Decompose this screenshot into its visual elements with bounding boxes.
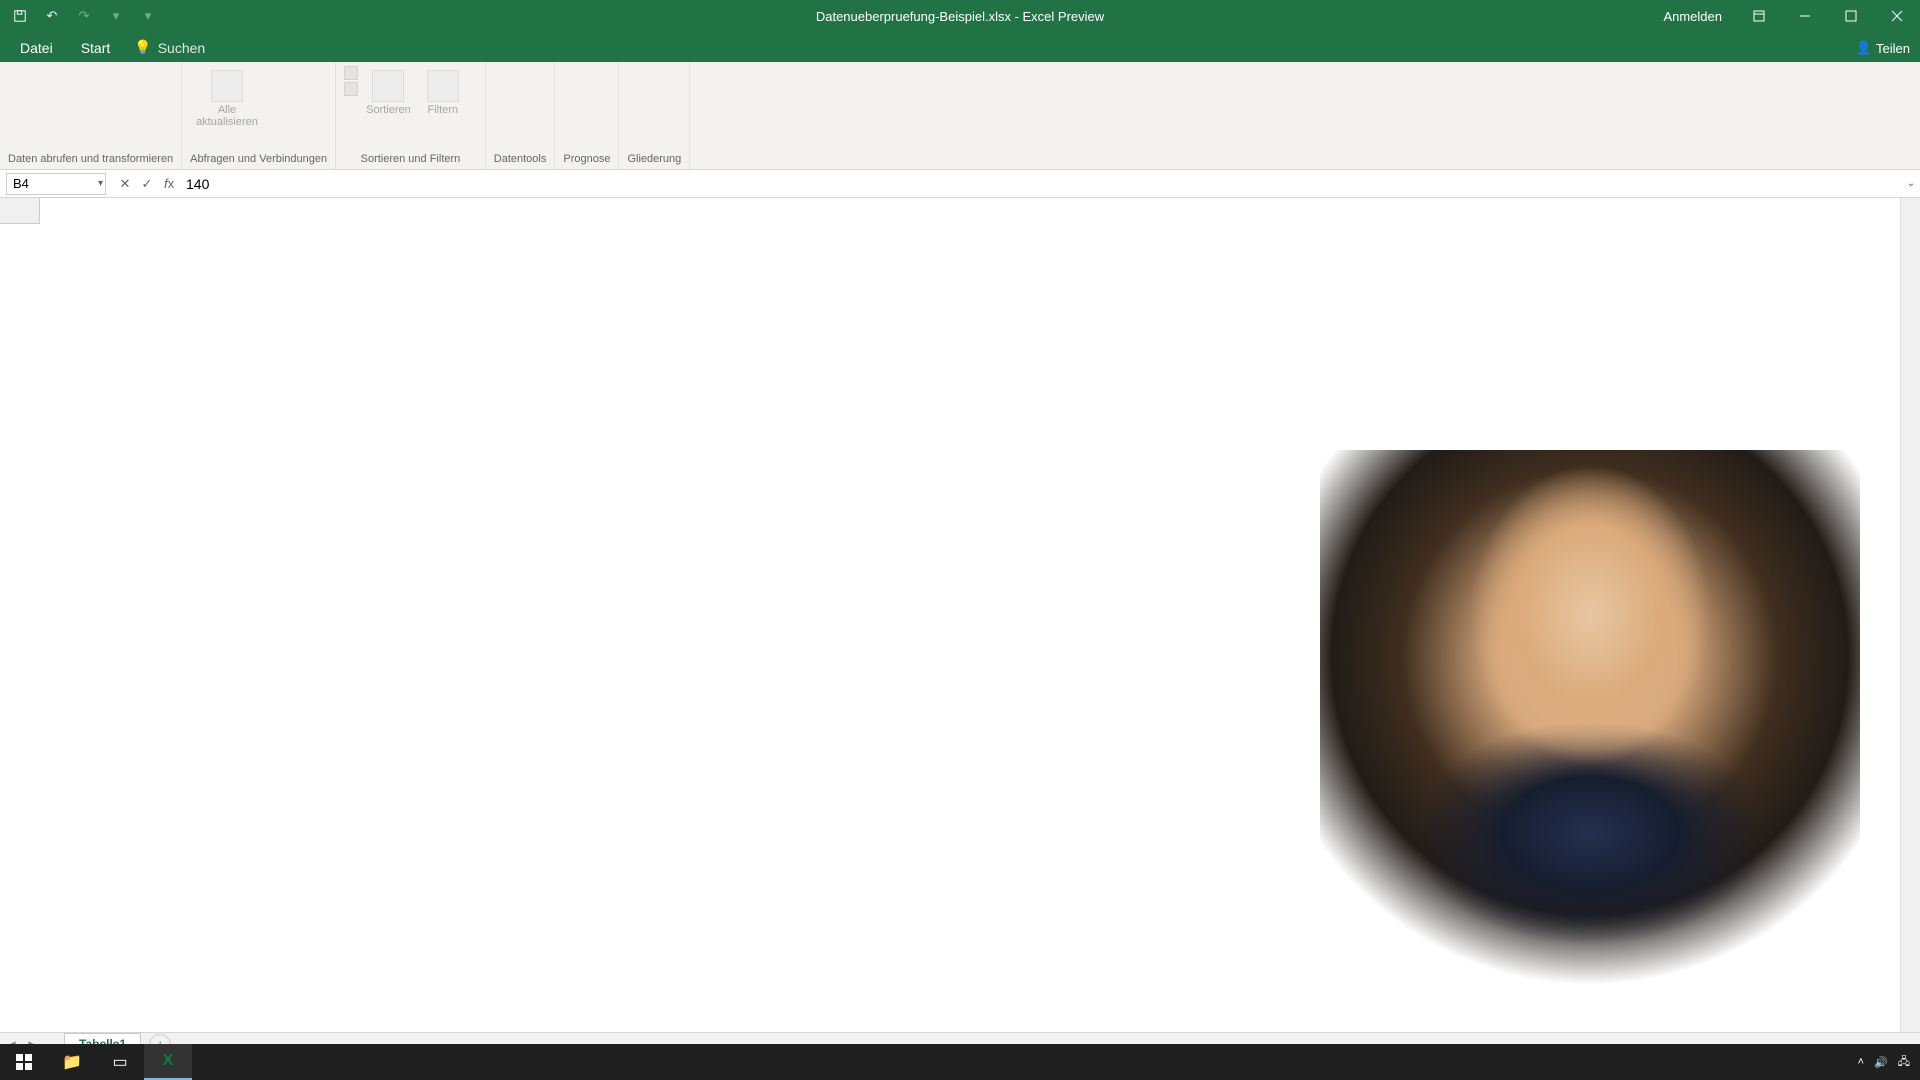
formula-input[interactable] (180, 173, 1902, 195)
maximize-button[interactable] (1828, 0, 1874, 32)
ribbon-group-get-data: Daten abrufen und transformieren (0, 62, 182, 169)
share-icon: 👤 (1856, 40, 1872, 56)
name-box-value: B4 (13, 176, 29, 191)
refresh-all-label: Alle aktualisieren (196, 104, 258, 128)
refresh-all-button: Alle aktualisieren (190, 66, 264, 132)
redo-icon: ↷ (72, 4, 96, 28)
fx-icon[interactable]: fx (158, 173, 180, 195)
file-tab[interactable]: Datei (6, 34, 67, 62)
share-label: Teilen (1876, 41, 1910, 56)
sign-in-link[interactable]: Anmelden (1649, 9, 1736, 24)
ribbon-group-data-tools: Datentools (486, 62, 556, 169)
ribbon-display-icon[interactable] (1736, 0, 1782, 32)
tab-start[interactable]: Start (67, 34, 125, 62)
window-title: Datenueberpruefung-Beispiel.xlsx - Excel… (816, 9, 1104, 24)
sort-asc-button (344, 66, 358, 80)
ribbon-group-label: Sortieren und Filtern (344, 151, 477, 169)
ribbon-group-sort-filter: Sortieren Filtern Sortieren und Filtern (336, 62, 486, 169)
sort-desc-button (344, 82, 358, 96)
undo-icon[interactable]: ↶ (40, 4, 64, 28)
ribbon-group-label: Gliederung (627, 151, 681, 169)
volume-icon[interactable]: 🔊 (1874, 1056, 1888, 1069)
name-box[interactable]: B4 ▾ (6, 173, 106, 195)
sort-button: Sortieren (360, 66, 417, 120)
formula-bar: B4 ▾ ✕ ✓ fx ⌄ (0, 170, 1920, 198)
cells-area[interactable] (40, 224, 1900, 1032)
minimize-button[interactable] (1782, 0, 1828, 32)
sort-label: Sortieren (366, 104, 411, 116)
ribbon-tabs: Datei Start 💡 Suchen 👤 Teilen (0, 32, 1920, 62)
share-button[interactable]: 👤 Teilen (1856, 40, 1910, 56)
tray-chevron-icon[interactable]: ˄ (1858, 1056, 1864, 1068)
ribbon: Daten abrufen und transformieren Alle ak… (0, 62, 1920, 170)
chevron-down-icon[interactable]: ▾ (98, 178, 103, 189)
ribbon-group-label: Prognose (563, 151, 610, 169)
task-view-icon[interactable]: ▭ (96, 1044, 144, 1080)
vertical-scrollbar[interactable] (1900, 198, 1920, 1032)
network-icon[interactable]: 🖧 (1898, 1053, 1910, 1072)
search-placeholder: Suchen (158, 40, 205, 56)
confirm-edit-button[interactable]: ✓ (136, 173, 158, 195)
search-icon: 💡 (134, 39, 151, 56)
start-button[interactable] (0, 1044, 48, 1080)
save-icon[interactable] (8, 4, 32, 28)
cancel-edit-button[interactable]: ✕ (114, 173, 136, 195)
expand-formula-bar-icon[interactable]: ⌄ (1902, 173, 1920, 195)
qat-more-icon[interactable]: ▾ (104, 4, 128, 28)
tell-me-search[interactable]: 💡 Suchen (124, 33, 215, 62)
select-all-corner[interactable] (0, 198, 40, 224)
column-headers[interactable] (40, 198, 1900, 224)
system-tray[interactable]: ˄ 🔊 🖧 (1858, 1053, 1920, 1072)
ribbon-group-forecast: Prognose (555, 62, 619, 169)
excel-taskbar-icon[interactable]: X (144, 1044, 192, 1080)
spreadsheet-grid[interactable] (0, 198, 1920, 1032)
ribbon-group-outline: Gliederung (619, 62, 690, 169)
file-explorer-icon[interactable]: 📁 (48, 1044, 96, 1080)
ribbon-group-label: Datentools (494, 151, 547, 169)
filter-label: Filtern (427, 104, 458, 116)
close-button[interactable] (1874, 0, 1920, 32)
windows-taskbar[interactable]: 📁 ▭ X ˄ 🔊 🖧 (0, 1044, 1920, 1080)
ribbon-group-label: Daten abrufen und transformieren (8, 151, 173, 169)
ribbon-group-queries: Alle aktualisieren Abfragen und Verbindu… (182, 62, 336, 169)
title-bar: ↶ ↷ ▾ ▾ Datenueberpruefung-Beispiel.xlsx… (0, 0, 1920, 32)
row-headers[interactable] (0, 224, 40, 1032)
filter-button: Filtern (419, 66, 467, 120)
ribbon-group-label: Abfragen und Verbindungen (190, 151, 327, 169)
qat-customize-icon[interactable]: ▾ (136, 4, 160, 28)
